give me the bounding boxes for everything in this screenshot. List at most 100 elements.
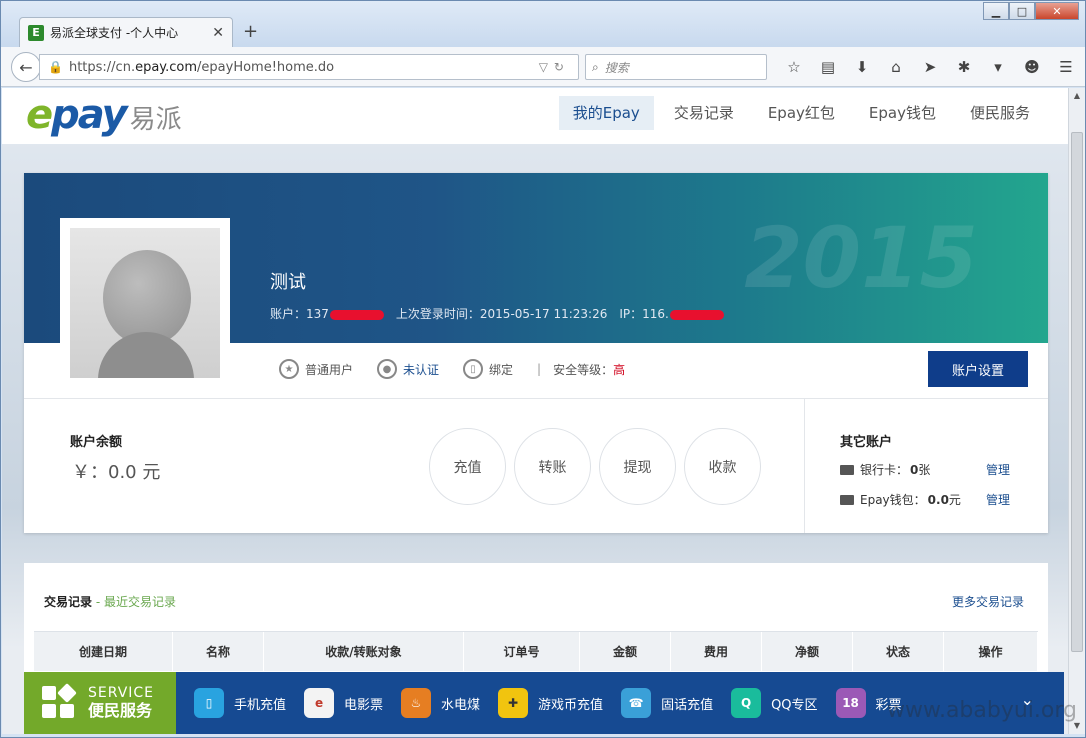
other-accounts-title: 其它账户 [840, 435, 893, 450]
wallet-manage-link[interactable]: 管理 [986, 491, 1010, 508]
col-amount[interactable]: 金额 [580, 632, 671, 672]
col-status[interactable]: 状态 [853, 632, 944, 672]
transfer-button[interactable]: 转账 [514, 428, 591, 505]
page-viewport: e pay 易派 我的Epay 交易记录 Epay红包 Epay钱包 便民服务 20… [2, 88, 1068, 734]
scroll-up-icon[interactable]: ▲ [1069, 88, 1085, 104]
download-icon[interactable]: ⬇ [845, 55, 879, 79]
reader-list-icon[interactable]: ▤ [811, 55, 845, 79]
service-mobile-recharge[interactable]: ▯ 手机充值 [194, 688, 286, 718]
service-grid-icon [42, 683, 77, 720]
nav-my-epay[interactable]: 我的Epay [558, 96, 654, 130]
balance-actions: 充值 转账 提现 收款 [429, 428, 761, 505]
send-icon[interactable]: ➤ [913, 55, 947, 79]
browser-window: E 易派全球支付 -个人中心 ✕ + ▁ □ ✕ ← 🔒 https://cn.… [0, 0, 1086, 738]
account-settings-button[interactable]: 账户设置 [928, 351, 1028, 387]
col-name[interactable]: 名称 [173, 632, 264, 672]
service-game-coins[interactable]: ✚ 游戏币充值 [498, 688, 603, 718]
col-fee[interactable]: 费用 [671, 632, 762, 672]
balance-label: 账户余额 [70, 435, 123, 450]
service-title-cn: 便民服务 [88, 701, 153, 720]
receive-button[interactable]: 收款 [684, 428, 761, 505]
landline-phone-icon: ☎ [621, 688, 652, 718]
url-domain: epay.com [135, 59, 198, 75]
nav-transactions[interactable]: 交易记录 [660, 96, 748, 130]
wallet-icon [840, 494, 854, 505]
url-actions-icon[interactable]: ▽↻ [539, 60, 570, 74]
epay-favicon-icon: E [28, 24, 44, 41]
service-utilities[interactable]: ♨ 水电煤 [401, 688, 480, 718]
withdraw-button[interactable]: 提现 [599, 428, 676, 505]
vertical-scrollbar[interactable]: ▲ ▼ [1068, 88, 1085, 734]
toolbar-icons: ☆ ▤ ⬇ ⌂ ➤ ✱ ▾ ☻ ☰ [777, 55, 1083, 79]
search-input[interactable]: ⌕ 搜索 [585, 54, 767, 80]
tab-close-icon[interactable]: ✕ [212, 25, 224, 41]
nav-red-packet[interactable]: Epay红包 [754, 96, 849, 130]
col-action[interactable]: 操作 [944, 632, 1038, 672]
service-qq[interactable]: Q QQ专区 [731, 688, 818, 718]
scroll-thumb[interactable] [1071, 132, 1083, 652]
col-net[interactable]: 净额 [762, 632, 853, 672]
epay-logo[interactable]: e pay 易派 [26, 92, 182, 138]
main-nav: 我的Epay 交易记录 Epay红包 Epay钱包 便民服务 [553, 96, 1044, 130]
search-icon: ⌕ [592, 59, 599, 74]
logo-pay: pay [51, 92, 127, 138]
new-tab-icon[interactable]: + [243, 21, 258, 42]
vertical-divider [804, 399, 805, 533]
url-path: /epayHome!home.do [197, 59, 335, 75]
game-controller-icon: ✚ [498, 688, 529, 718]
nav-wallet[interactable]: Epay钱包 [855, 96, 950, 130]
more-transactions-link[interactable]: 更多交易记录 [952, 593, 1024, 610]
movie-icon: e [304, 688, 335, 718]
service-badge[interactable]: SERVICE 便民服务 [24, 672, 176, 734]
bank-card-icon [840, 464, 854, 475]
badge-separator: | [537, 362, 542, 376]
last-login: 上次登录时间：2015-05-17 11:23:26 [395, 307, 608, 321]
col-order-no[interactable]: 订单号 [464, 632, 580, 672]
back-arrow-icon[interactable]: ← [11, 52, 41, 82]
col-date[interactable]: 创建日期 [34, 632, 173, 672]
lock-icon: 🔒 [48, 60, 63, 74]
service-title-en: SERVICE [88, 685, 155, 701]
star-icon: ★ [279, 359, 299, 379]
menu-icon[interactable]: ☰ [1049, 55, 1083, 79]
transactions-table-header: 创建日期 名称 收款/转账对象 订单号 金额 费用 净额 状态 操作 [34, 631, 1038, 672]
minimize-icon[interactable]: ▁ [983, 2, 1009, 20]
bank-manage-link[interactable]: 管理 [986, 461, 1010, 478]
dropdown-icon[interactable]: ▾ [981, 55, 1015, 79]
bank-card-line: 银行卡： 0 张 管理 [840, 461, 1040, 478]
banner-year-watermark: 2015 [744, 209, 978, 307]
url-bar[interactable]: 🔒 https://cn. epay.com/epayHome!home.do ▽… [39, 54, 579, 80]
badge-unverified[interactable]: ● 未认证 [377, 359, 439, 379]
logo-e: e [26, 92, 53, 138]
chat-icon[interactable]: ☻ [1015, 55, 1049, 79]
default-avatar-icon [70, 228, 220, 378]
nav-services[interactable]: 便民服务 [956, 96, 1044, 130]
card-divider [24, 398, 1048, 399]
logo-cn: 易派 [129, 105, 182, 135]
utilities-icon: ♨ [401, 688, 432, 718]
user-badges: ★ 普通用户 ● 未认证 ▯ 绑定 | 安全等级：高 [279, 359, 625, 379]
bookmark-star-icon[interactable]: ☆ [777, 55, 811, 79]
lottery-icon: 18 [835, 688, 866, 718]
security-level: 安全等级：高 [553, 362, 626, 377]
browser-tab[interactable]: E 易派全球支付 -个人中心 ✕ [19, 17, 233, 47]
window-close-icon[interactable]: ✕ [1035, 2, 1079, 20]
window-controls: ▁ □ ✕ [983, 2, 1079, 20]
service-movie-ticket[interactable]: e 电影票 [304, 688, 383, 718]
search-placeholder: 搜索 [604, 60, 629, 75]
site-header: e pay 易派 我的Epay 交易记录 Epay红包 Epay钱包 便民服务 [2, 88, 1068, 144]
col-counterparty[interactable]: 收款/转账对象 [264, 632, 464, 672]
badge-bind[interactable]: ▯ 绑定 [463, 359, 513, 379]
avatar[interactable] [60, 218, 230, 378]
maximize-icon[interactable]: □ [1009, 2, 1035, 20]
service-landline[interactable]: ☎ 固话充值 [621, 688, 713, 718]
extension-icon[interactable]: ✱ [947, 55, 981, 79]
recharge-button[interactable]: 充值 [429, 428, 506, 505]
home-icon[interactable]: ⌂ [879, 55, 913, 79]
user-verify-icon: ● [377, 359, 398, 379]
transactions-title: 交易记录 - 最近交易记录 [44, 595, 176, 609]
wallet-line: Epay钱包： 0.0 元 管理 [840, 491, 1040, 508]
tab-title: 易派全球支付 -个人中心 [50, 26, 179, 40]
ip-address: IP：116. [619, 305, 724, 322]
qq-icon: Q [731, 688, 762, 718]
